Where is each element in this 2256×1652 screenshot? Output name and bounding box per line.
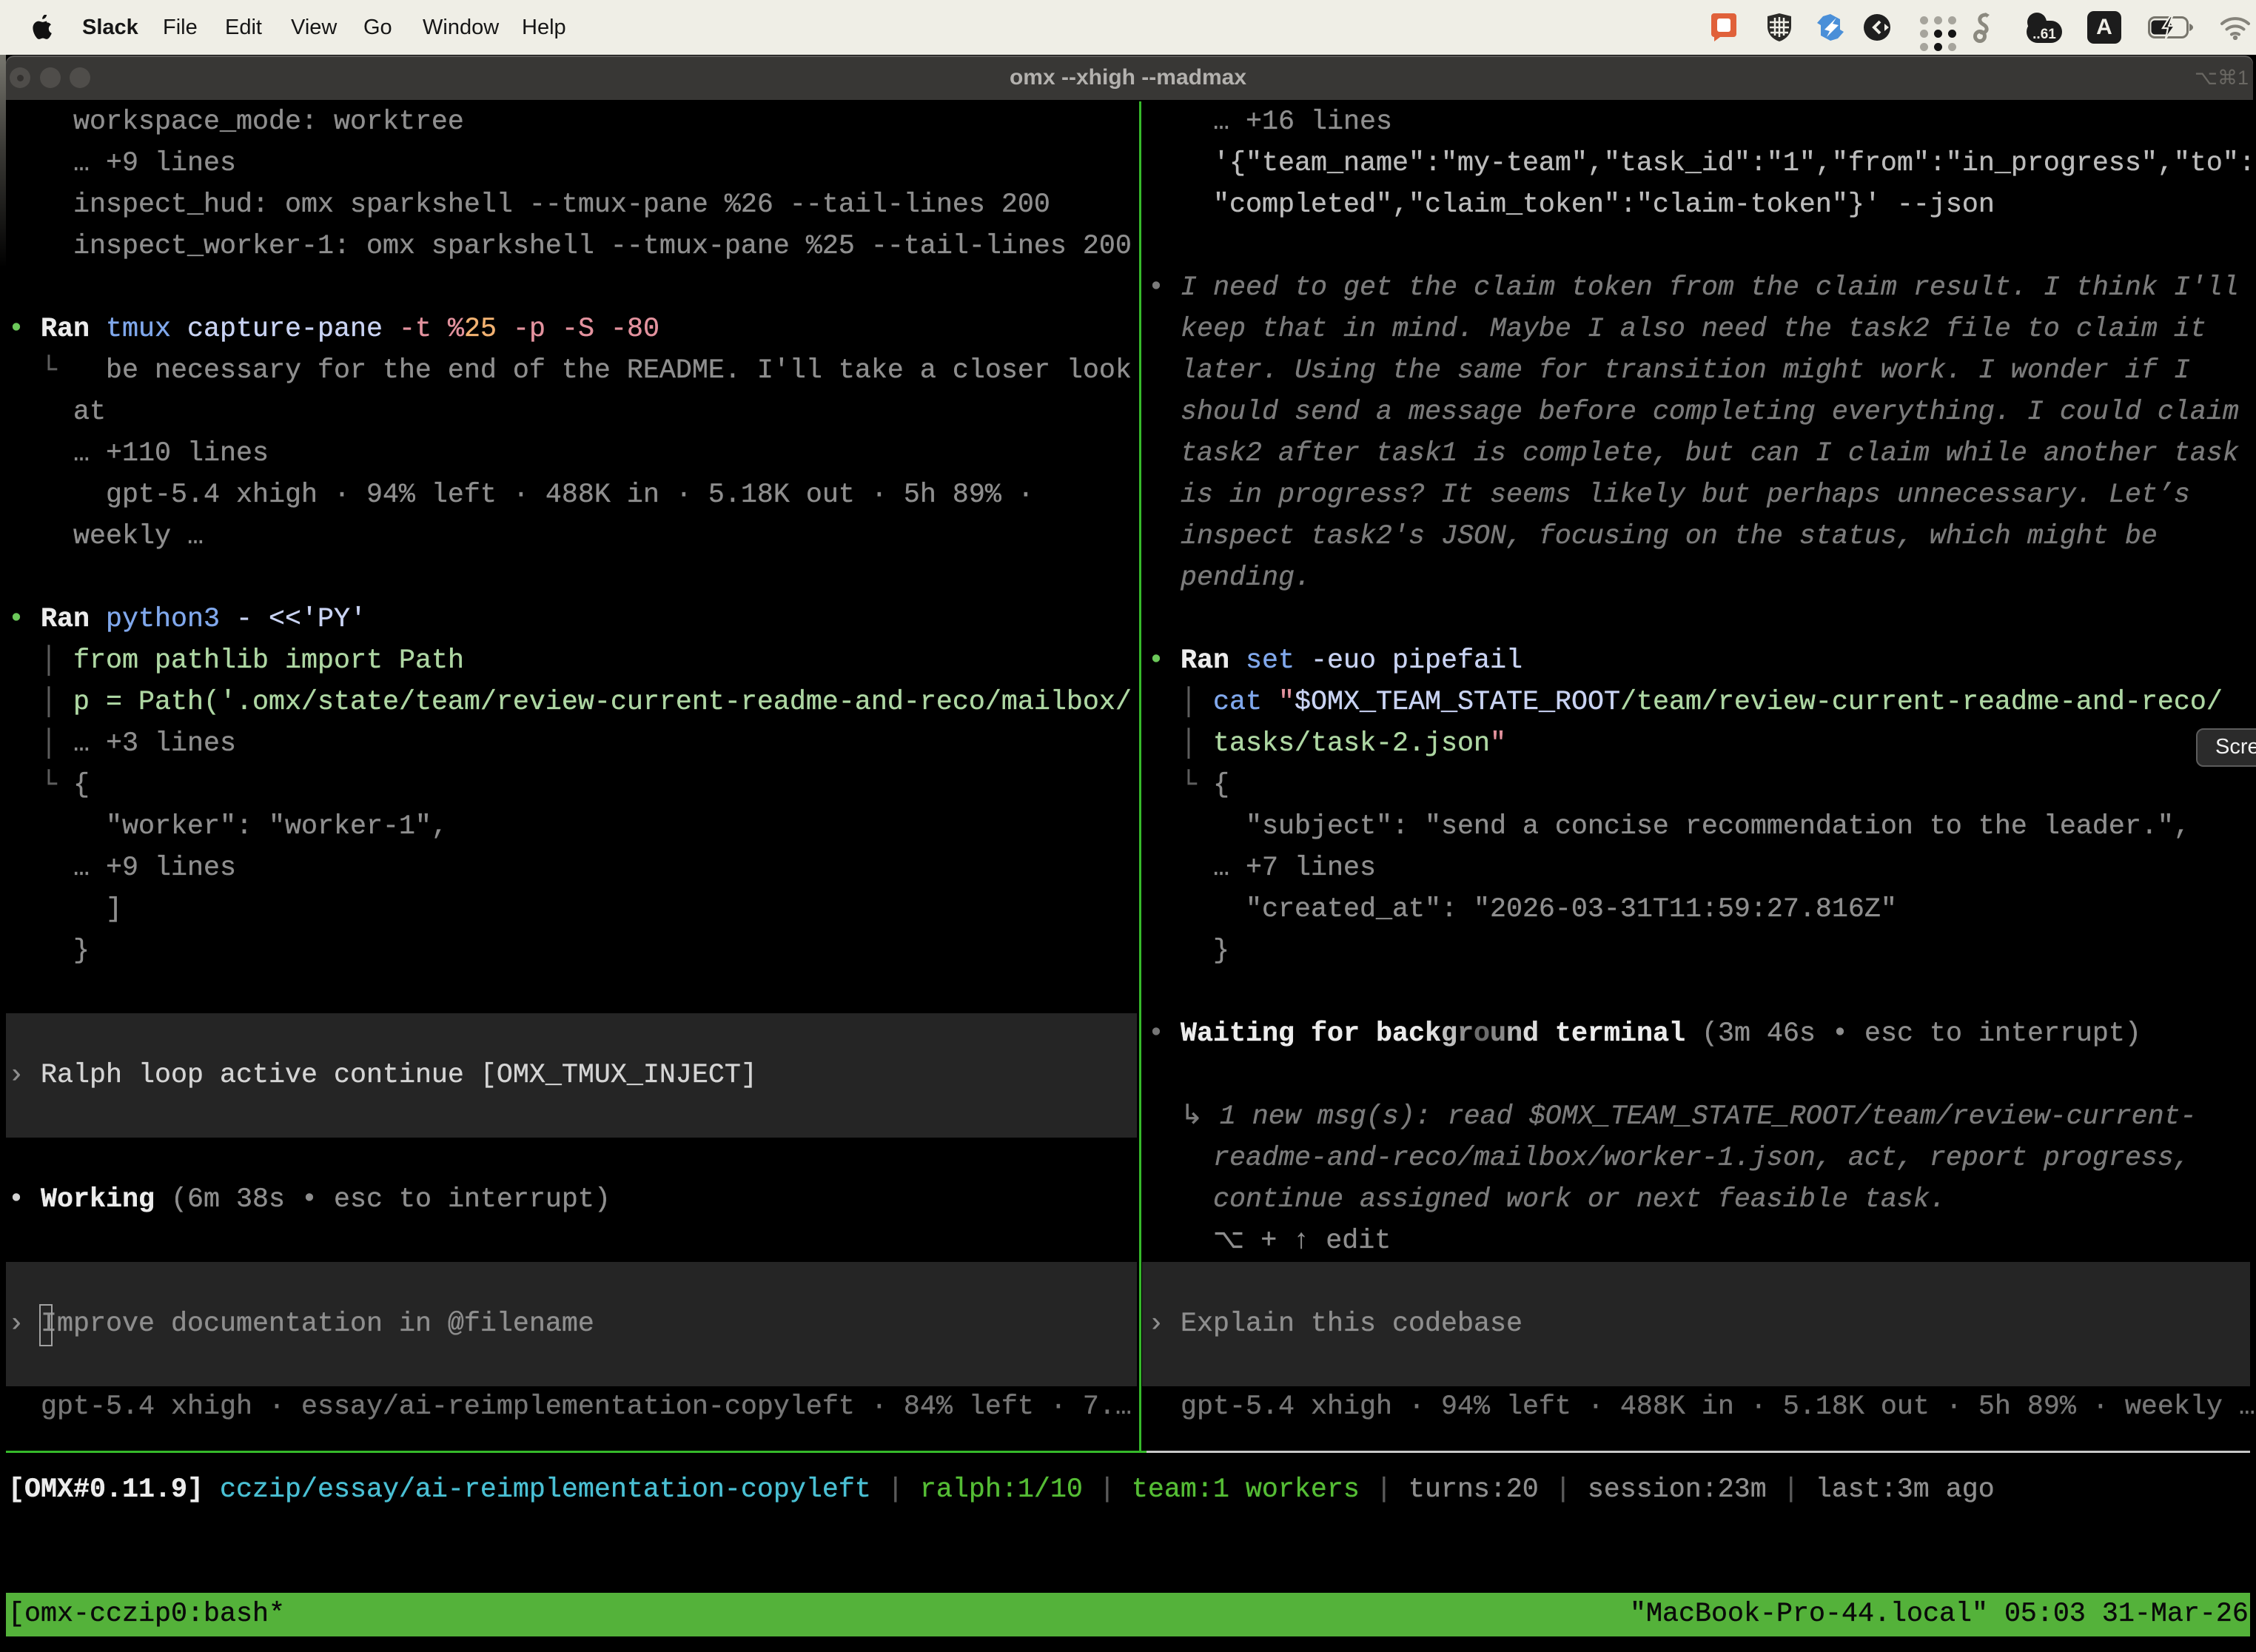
svg-text:..61: ..61 [2032,27,2056,42]
